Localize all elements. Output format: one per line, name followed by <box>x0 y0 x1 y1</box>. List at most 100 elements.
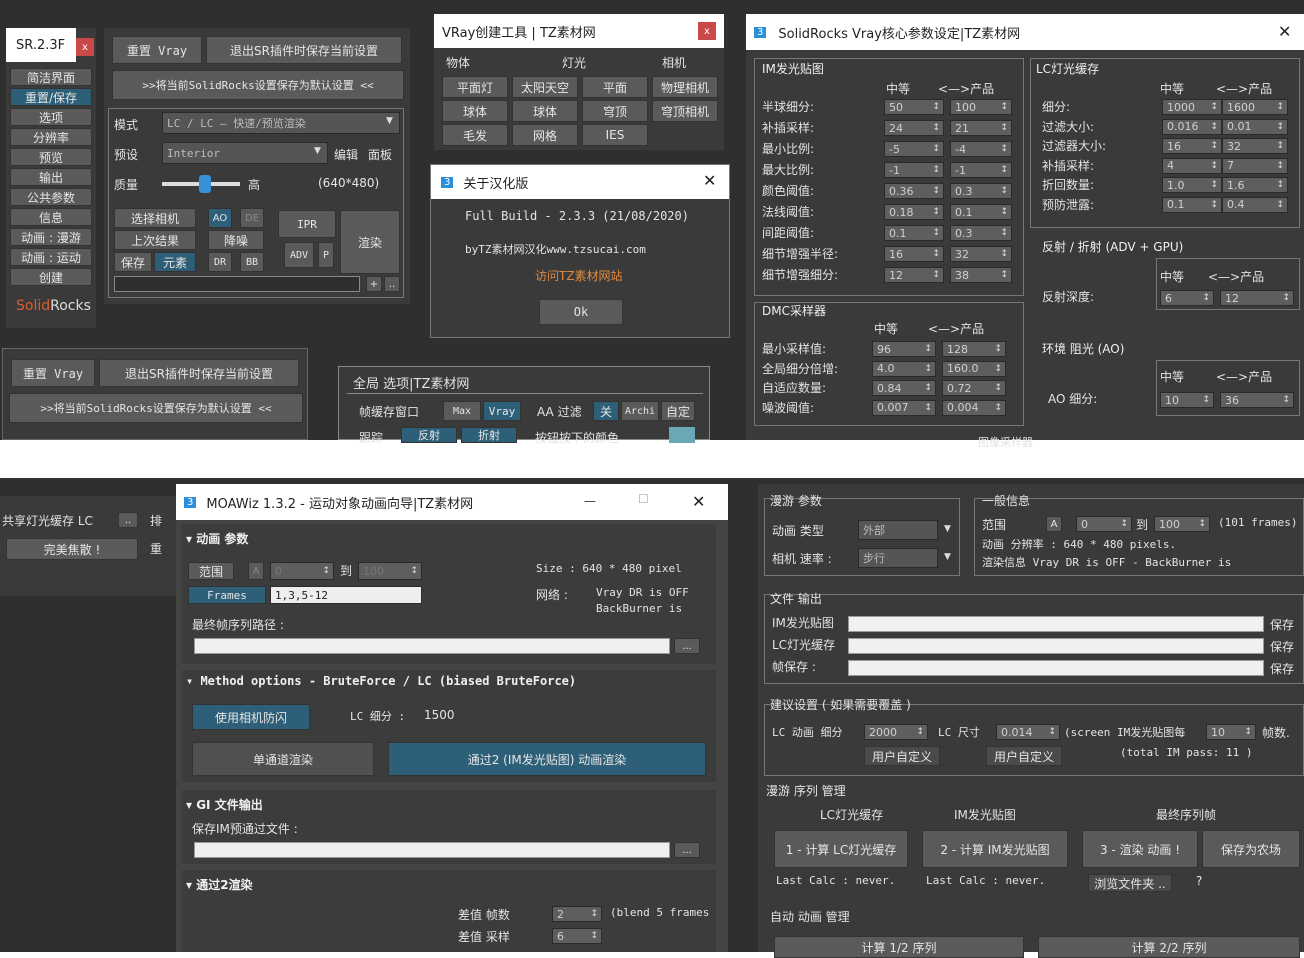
param-medium-value[interactable]: -1 <box>884 162 944 178</box>
p-button[interactable]: P <box>318 242 334 268</box>
last-result-button[interactable]: 上次结果 <box>114 230 196 250</box>
param-production-value[interactable]: -4 <box>950 141 1012 157</box>
user-defined-button-2[interactable]: 用户自定义 <box>986 746 1062 766</box>
param-production-value[interactable]: 0.4 <box>1222 196 1288 213</box>
save-on-exit-button-2[interactable]: 退出SR插件时保存当前设置 <box>99 359 299 387</box>
a-button[interactable]: A <box>248 562 264 580</box>
use-camera-antiflicker-button[interactable]: 使用相机防闪 <box>192 704 310 730</box>
sr-menu-item[interactable]: 分辨率 <box>10 128 92 146</box>
param-medium-value[interactable]: 4 <box>1162 157 1222 174</box>
lc-anim-value[interactable]: 2000 <box>864 724 928 740</box>
select-camera-button[interactable]: 选择相机 <box>114 208 196 228</box>
frame-save-save[interactable]: 保存 <box>1270 660 1294 677</box>
lc-cache-path[interactable] <box>848 638 1264 654</box>
dr-button[interactable]: DR <box>208 252 232 272</box>
frames-button[interactable]: Frames <box>188 586 266 604</box>
walk-a-button[interactable]: A <box>1046 516 1062 532</box>
sr-menu-item[interactable]: 输出 <box>10 168 92 186</box>
single-pass-render-button[interactable]: 单通道渲染 <box>192 742 374 776</box>
calc-1-2-button[interactable]: 计算 1/2 序列 <box>774 936 1024 958</box>
param-medium-value[interactable]: 0.36 <box>884 183 944 199</box>
vray-tool-button[interactable]: 球体 <box>512 100 578 122</box>
help-question[interactable]: ? <box>1196 874 1202 888</box>
param-medium-value[interactable]: 0.18 <box>884 204 944 220</box>
shared-lc-more[interactable]: .. <box>118 512 138 528</box>
param-production-value[interactable]: 0.004 <box>942 399 1006 416</box>
param-production-value[interactable]: 7 <box>1222 157 1288 174</box>
sr-menu-item[interactable]: 预览 <box>10 148 92 166</box>
quality-slider-track[interactable] <box>162 175 240 193</box>
sr-menu-item[interactable]: 动画 : 运动 <box>10 248 92 266</box>
vray-tool-button[interactable]: 球体 <box>442 100 508 122</box>
param-production-value[interactable]: 1.6 <box>1222 177 1288 193</box>
save-default-button[interactable]: >>将当前SolidRocks设置保存为默认设置 << <box>112 70 404 100</box>
vray-tool-button[interactable]: 毛发 <box>442 124 508 146</box>
custom-button[interactable]: 自定 <box>661 401 695 421</box>
calc-2-2-button[interactable]: 计算 2/2 序列 <box>1038 936 1300 958</box>
final-path-browse[interactable]: ... <box>674 638 700 654</box>
sr-menu-item[interactable]: 选项 <box>10 108 92 126</box>
preset-select[interactable]: Interior <box>162 142 328 164</box>
save-button[interactable]: 保存 <box>114 252 152 272</box>
ao-subdiv-mid[interactable]: 10 <box>1160 392 1214 408</box>
vray-tool-button[interactable]: IES <box>582 124 648 146</box>
cam-speed-select[interactable]: 步行 <box>858 548 938 568</box>
ipr-button[interactable]: IPR <box>278 210 336 238</box>
param-production-value[interactable]: 128 <box>942 341 1006 357</box>
de-toggle[interactable]: DE <box>240 208 264 228</box>
interp-frames-value[interactable]: 2 <box>552 906 602 922</box>
ok-button[interactable]: Ok <box>539 299 623 325</box>
param-production-value[interactable]: 32 <box>1222 138 1288 154</box>
sr-menu-item[interactable]: 创建 <box>10 268 92 286</box>
archi-button[interactable]: Archi <box>621 401 659 421</box>
max-fb-button[interactable]: Max <box>443 401 481 421</box>
reset-vray-button[interactable]: 重置 Vray <box>112 36 202 64</box>
frames-input[interactable]: 1,3,5-12 <box>270 586 422 604</box>
param-medium-value[interactable]: 1000 <box>1162 99 1222 115</box>
range-button[interactable]: 范围 <box>188 562 234 580</box>
param-medium-value[interactable]: 0.84 <box>872 380 936 396</box>
denoise-button[interactable]: 降噪 <box>208 230 264 250</box>
reflection-button[interactable]: 反射 <box>401 427 457 443</box>
pressed-color-swatch[interactable] <box>669 427 695 443</box>
sr-menu-item[interactable]: 简洁界面 <box>10 68 92 86</box>
param-production-value[interactable]: -1 <box>950 162 1012 178</box>
filter-off-button[interactable]: 关 <box>593 401 619 421</box>
im-map-path[interactable] <box>848 616 1264 632</box>
param-production-value[interactable]: 0.1 <box>950 204 1012 220</box>
vray-tool-button[interactable]: 网格 <box>512 124 578 146</box>
visit-link[interactable]: 访问TZ素材网站 <box>535 267 623 284</box>
walk-range-to[interactable]: 100 <box>1154 516 1210 532</box>
vray-tool-button[interactable]: 穹顶 <box>582 100 648 122</box>
param-medium-value[interactable]: 12 <box>884 267 944 283</box>
calc-im-button[interactable]: 2 - 计算 IM发光贴图 <box>922 830 1068 868</box>
param-production-value[interactable]: 0.3 <box>950 225 1012 241</box>
ao-subdiv-prod[interactable]: 36 <box>1220 392 1294 408</box>
lc-size-value[interactable]: 0.014 <box>996 724 1060 740</box>
perfect-caustics-button[interactable]: 完美焦散 ! <box>6 538 138 560</box>
walk-range-from[interactable]: 0 <box>1076 516 1132 532</box>
user-defined-button-1[interactable]: 用户自定义 <box>864 746 940 766</box>
vray-tool-button[interactable]: 穹顶相机 <box>652 100 718 122</box>
render-button[interactable]: 渲染 <box>340 210 400 274</box>
calc-lc-button[interactable]: 1 - 计算 LC灯光缓存 <box>774 830 908 868</box>
param-production-value[interactable]: 32 <box>950 246 1012 262</box>
minimize-button[interactable]: — <box>584 494 596 508</box>
vray-tool-button[interactable]: 太阳天空 <box>512 76 578 98</box>
vray-tool-button[interactable]: 平面灯 <box>442 76 508 98</box>
adv-button[interactable]: ADV <box>284 242 314 268</box>
about-close-button[interactable]: ✕ <box>703 171 716 190</box>
param-medium-value[interactable]: -5 <box>884 141 944 157</box>
param-medium-value[interactable]: 0.016 <box>1162 118 1222 135</box>
param-medium-value[interactable]: 50 <box>884 99 944 115</box>
interp-samples-value[interactable]: 6 <box>552 928 602 944</box>
range-to[interactable]: 100 <box>358 562 422 580</box>
lc-cache-save[interactable]: 保存 <box>1270 638 1294 655</box>
save-on-exit-button[interactable]: 退出SR插件时保存当前设置 <box>206 36 402 64</box>
param-medium-value[interactable]: 96 <box>872 341 936 357</box>
screen-im-value[interactable]: 10 <box>1206 724 1256 740</box>
param-medium-value[interactable]: 0.007 <box>872 399 936 416</box>
ao-toggle[interactable]: AO <box>208 208 232 228</box>
refl-depth-mid[interactable]: 6 <box>1160 290 1214 306</box>
moawiz-close-button[interactable]: ✕ <box>692 492 705 511</box>
